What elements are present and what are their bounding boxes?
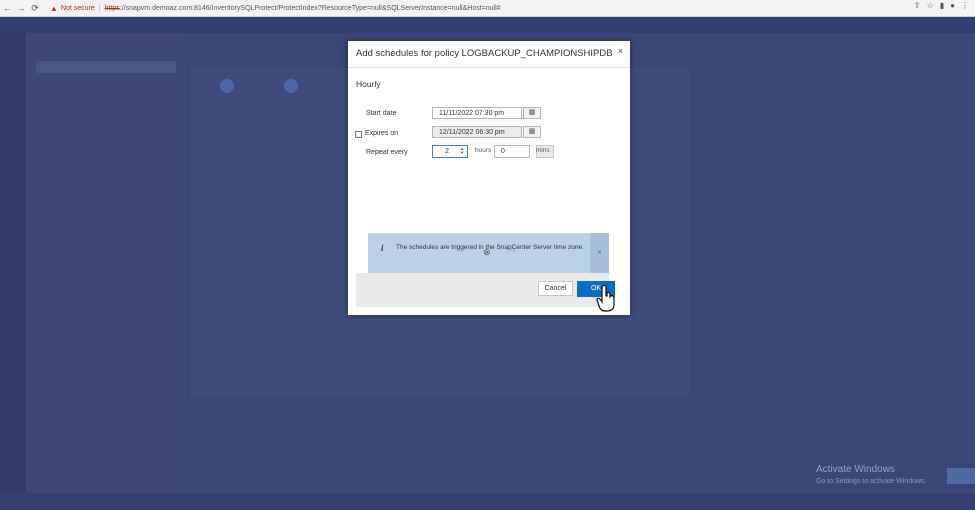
background-button — [947, 468, 975, 484]
menu-icon[interactable]: ⋮ — [961, 1, 969, 10]
activate-windows-subtitle: Go to Settings to activate Windows. — [816, 478, 927, 485]
app-header — [0, 17, 975, 33]
mins-unit-label: mins — [536, 147, 550, 154]
reload-icon[interactable]: ⟳ — [28, 3, 42, 14]
info-close-icon[interactable]: × — [590, 233, 609, 273]
app-left-nav — [0, 33, 26, 510]
cancel-button[interactable]: Cancel — [538, 281, 573, 296]
add-schedule-dialog: Add schedules for policy LOGBACKUP_CHAMP… — [348, 41, 630, 315]
start-date-label: Start date — [366, 110, 397, 117]
url-text: ://snapvm.demoaz.com:8146/InventorySQLPr… — [119, 4, 501, 12]
expires-on-label: Expires on — [365, 130, 399, 137]
security-label[interactable]: Not secure — [61, 5, 95, 12]
profile-icon[interactable]: ● — [950, 1, 955, 10]
close-icon[interactable]: × — [618, 46, 623, 56]
info-message: The schedules are triggered in the SnapC… — [396, 244, 584, 251]
share-icon[interactable]: ⇪ — [914, 1, 921, 10]
loading-spinner-icon: ⊗ — [483, 247, 491, 257]
url-protocol: https — [104, 4, 120, 12]
repeat-every-label: Repeat every — [366, 149, 408, 156]
hand-cursor-icon — [596, 284, 615, 312]
dialog-title: Add schedules for policy LOGBACKUP_CHAMP… — [356, 48, 613, 59]
wizard-step-2 — [284, 79, 298, 93]
url-separator: | — [98, 4, 101, 12]
hours-stepper[interactable]: 2 ▲ ▼ — [432, 145, 468, 158]
app-footer — [0, 493, 975, 510]
stepper-arrows-icon[interactable]: ▲ ▼ — [460, 147, 464, 155]
warning-icon: ▲ — [50, 3, 58, 13]
dialog-header: Add schedules for policy LOGBACKUP_CHAMP… — [348, 41, 630, 68]
back-icon[interactable]: ← — [0, 3, 14, 13]
hours-value: 2 — [445, 148, 449, 155]
side-panel-icon[interactable]: ▮ — [940, 1, 944, 10]
resource-search-box — [36, 61, 176, 73]
mins-input[interactable]: 0 — [494, 145, 530, 158]
bookmark-star-icon[interactable]: ☆ — [927, 1, 934, 10]
start-date-input[interactable]: 11/11/2022 07:30 pm — [432, 107, 522, 119]
forward-icon[interactable]: → — [14, 3, 28, 13]
expires-on-checkbox[interactable] — [355, 131, 362, 138]
expires-on-input[interactable]: 12/11/2022 06:30 pm — [432, 126, 522, 138]
address-bar[interactable]: https://snapvm.demoaz.com:8146/Inventory… — [105, 5, 501, 12]
hours-unit-label: hours — [475, 147, 492, 154]
activate-windows-title: Activate Windows — [816, 464, 895, 475]
schedule-frequency-heading: Hourly — [356, 79, 381, 89]
wizard-step-1 — [220, 79, 234, 93]
start-date-calendar-icon[interactable]: ▦ — [523, 107, 541, 119]
expires-on-calendar-icon[interactable]: ▦ — [523, 126, 541, 138]
browser-toolbar: ← → ⟳ ▲ Not secure | https://snapvm.demo… — [0, 0, 975, 17]
info-icon: i — [381, 243, 384, 253]
resource-list-panel — [26, 33, 186, 493]
dialog-footer: Cancel OK — [356, 273, 615, 307]
loading-dot-icon: ○ — [511, 247, 516, 254]
